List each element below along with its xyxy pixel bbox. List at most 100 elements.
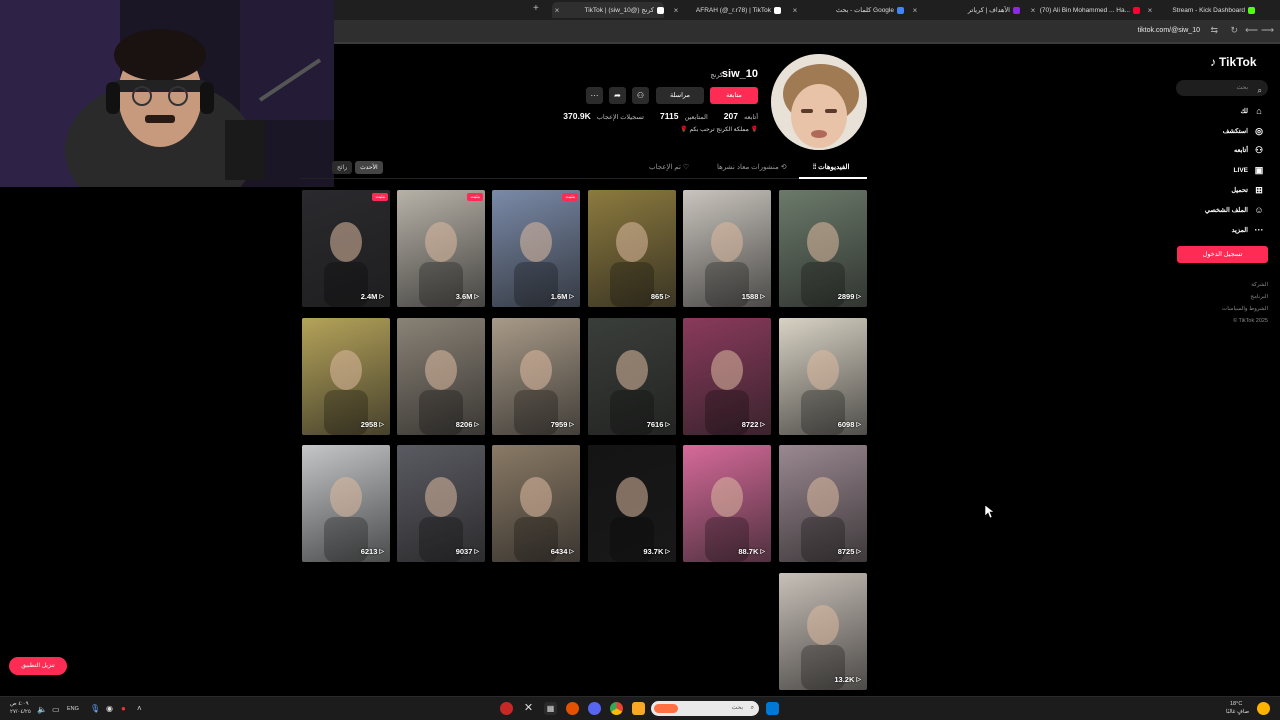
video-thumbnail[interactable]: 13.2K ▷: [779, 573, 867, 690]
thumbnail-figure: [419, 222, 463, 307]
reload-icon[interactable]: ↻: [1230, 25, 1238, 36]
play-icon: ▷: [474, 422, 479, 428]
play-icon: ▷: [665, 422, 670, 428]
browser-tab[interactable]: × Stream - Kick Dashboard: [1145, 2, 1255, 18]
close-tab-icon[interactable]: ×: [552, 6, 562, 15]
tiktok-logo[interactable]: ♪ TikTok: [1210, 55, 1257, 69]
tab-reposts[interactable]: منشورات معاد نشرها ⟲: [717, 163, 787, 171]
video-thumbnail[interactable]: مثبت 3.6M ▷: [397, 190, 485, 307]
video-thumbnail[interactable]: 9037 ▷: [397, 445, 485, 562]
filter-latest[interactable]: الأحدث: [355, 161, 383, 174]
video-thumbnail[interactable]: 93.7K ▷: [588, 445, 676, 562]
more-options-icon[interactable]: ···: [586, 87, 603, 104]
sidebar-item[interactable]: الملف الشخصي ☺: [1205, 204, 1264, 216]
footer-link[interactable]: الشركة: [1251, 282, 1268, 288]
close-tab-icon[interactable]: ×: [790, 6, 800, 15]
video-thumbnail[interactable]: مثبت 2.4M ▷: [302, 190, 390, 307]
forward-icon[interactable]: ⟵: [1245, 25, 1258, 36]
translate-icon[interactable]: ⇆: [1210, 25, 1218, 36]
video-thumbnail[interactable]: 6213 ▷: [302, 445, 390, 562]
obs-icon[interactable]: [500, 702, 513, 715]
view-count: 6098 ▷: [838, 420, 861, 429]
browser-tab[interactable]: × TikTok | (siw_10@) كرنج: [552, 2, 664, 18]
login-button[interactable]: تسجيل الدخول: [1177, 246, 1268, 263]
browser-tab[interactable]: × كلمات - بحث Google: [790, 2, 904, 18]
video-thumbnail[interactable]: 6434 ▷: [492, 445, 580, 562]
tab-videos[interactable]: ⦙⦙ الفيديوهات: [813, 163, 849, 172]
sidebar-item[interactable]: لك ⌂: [1241, 105, 1264, 117]
discord-icon[interactable]: [588, 702, 601, 715]
tab-favicon-icon: [1133, 6, 1140, 14]
video-thumbnail[interactable]: 7616 ▷: [588, 318, 676, 435]
close-tab-icon[interactable]: ×: [671, 6, 681, 15]
play-icon: ▷: [474, 549, 479, 555]
video-thumbnail-image: [302, 318, 390, 435]
video-thumbnail[interactable]: 2899 ▷: [779, 190, 867, 307]
video-thumbnail-image: [779, 573, 867, 690]
thumbnail-figure: [419, 477, 463, 562]
browser-tab[interactable]: × AFRAH (@_r.r78) | TikTok: [671, 2, 781, 18]
video-thumbnail[interactable]: 6098 ▷: [779, 318, 867, 435]
message-button[interactable]: مراسلة: [656, 87, 704, 104]
thumbnail-figure: [801, 477, 845, 562]
mic-icon[interactable]: 🎙: [90, 704, 100, 713]
capcut-icon[interactable]: ✕: [522, 702, 535, 715]
add-friend-icon[interactable]: ⚇: [632, 87, 649, 104]
video-thumbnail[interactable]: مثبت 1.6M ▷: [492, 190, 580, 307]
url-text[interactable]: tiktok.com/@siw_10: [1138, 27, 1200, 34]
search-icon[interactable]: ⌕: [1258, 83, 1262, 99]
footer-link[interactable]: الشروط والسياسات: [1222, 306, 1268, 312]
close-tab-icon[interactable]: ×: [1145, 6, 1155, 15]
footer-link[interactable]: © TikTok 2025: [1233, 318, 1268, 324]
video-thumbnail[interactable]: 2958 ▷: [302, 318, 390, 435]
video-thumbnail[interactable]: 8722 ▷: [683, 318, 771, 435]
video-thumbnail[interactable]: 8725 ▷: [779, 445, 867, 562]
sidebar-item[interactable]: المزيد ···: [1232, 224, 1264, 236]
follow-button[interactable]: متابعة: [710, 87, 758, 104]
taskbar-search[interactable]: بحث ⌕: [651, 701, 759, 716]
browser-tab[interactable]: × الأهداف | كرياتر: [910, 2, 1020, 18]
network-icon[interactable]: ▭: [52, 705, 60, 714]
view-count-value: 8725: [837, 547, 855, 556]
likes-label: تسجيلات الإعجاب: [596, 114, 644, 121]
search-highlight-icon: [654, 704, 678, 713]
followers-count[interactable]: 7115: [660, 111, 678, 121]
start-icon[interactable]: [766, 702, 779, 715]
tabs-divider: [300, 178, 867, 179]
tab-liked[interactable]: تم الإعجاب ♡: [649, 163, 689, 171]
video-thumbnail[interactable]: 865 ▷: [588, 190, 676, 307]
chevron-up-icon[interactable]: ˄: [137, 704, 142, 713]
back-icon[interactable]: ⟶: [1261, 25, 1274, 36]
video-thumbnail[interactable]: 8206 ▷: [397, 318, 485, 435]
close-tab-icon[interactable]: ×: [910, 6, 920, 15]
weather-icon[interactable]: [1257, 702, 1270, 715]
close-tab-icon[interactable]: ×: [1028, 6, 1038, 15]
sidebar-item[interactable]: تحميل ⊞: [1231, 184, 1264, 196]
chrome-icon[interactable]: [610, 702, 623, 715]
play-icon: ▷: [569, 294, 574, 300]
firefox-icon[interactable]: [566, 702, 579, 715]
browser-tab[interactable]: × (70) Ali Bin Mohammed ... Ha...: [1028, 2, 1140, 18]
sidebar-item[interactable]: LIVE ▣: [1234, 164, 1264, 176]
avatar[interactable]: [771, 54, 867, 150]
footer-link[interactable]: البرنامج: [1250, 294, 1268, 300]
tab-favicon-icon: [1013, 6, 1020, 14]
search-input[interactable]: بحث ⌕: [1176, 80, 1268, 96]
filter-trending[interactable]: رائج: [332, 161, 353, 174]
video-thumbnail[interactable]: 1588 ▷: [683, 190, 771, 307]
new-tab-button[interactable]: +: [533, 3, 539, 14]
sidebar-item[interactable]: أتابعه ⚇: [1234, 144, 1264, 156]
share-icon[interactable]: ➦: [609, 87, 626, 104]
file-explorer-icon[interactable]: [632, 702, 645, 715]
tray-app-icon[interactable]: ◉: [106, 704, 113, 713]
speaker-icon[interactable]: 🔈: [37, 705, 47, 714]
video-thumbnail[interactable]: 88.7K ▷: [683, 445, 771, 562]
get-app-button[interactable]: تنزيل التطبيق: [9, 657, 67, 675]
video-thumbnail[interactable]: 7959 ▷: [492, 318, 580, 435]
language-indicator[interactable]: ENG: [67, 706, 79, 712]
following-count[interactable]: 207: [724, 111, 738, 121]
app-icon[interactable]: ▦: [544, 702, 557, 715]
view-count: 8722 ▷: [742, 420, 765, 429]
sidebar-item[interactable]: استكشف ◎: [1223, 125, 1264, 137]
recording-icon[interactable]: ●: [121, 704, 126, 713]
